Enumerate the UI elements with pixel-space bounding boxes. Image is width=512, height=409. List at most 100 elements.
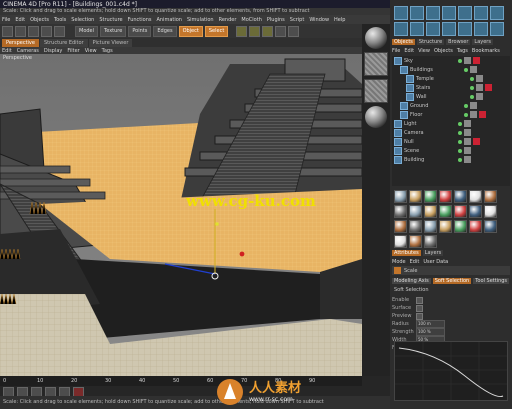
object-tab[interactable]: Objects — [392, 39, 415, 45]
material-thumbnail[interactable] — [469, 205, 482, 218]
attribute-checkbox[interactable] — [416, 296, 423, 304]
visibility-dot[interactable] — [464, 112, 468, 117]
palette-tool-icon[interactable] — [474, 6, 488, 20]
object-row[interactable]: Floor — [392, 110, 510, 119]
material-swatch[interactable] — [364, 52, 388, 76]
mode-button[interactable]: Object — [178, 25, 203, 37]
menu-item[interactable]: File — [2, 17, 10, 23]
palette-tool-icon[interactable] — [426, 6, 440, 20]
attribute-value-field[interactable]: 100 % — [416, 328, 445, 336]
cube-icon[interactable] — [275, 25, 287, 37]
material-thumbnail[interactable] — [409, 190, 422, 203]
material-thumbnail[interactable] — [484, 205, 497, 218]
palette-tool-icon[interactable] — [410, 6, 424, 20]
palette-tool-icon[interactable] — [394, 22, 408, 36]
attribute-menu-item[interactable]: Edit — [410, 259, 420, 265]
object-menu-item[interactable]: Bookmarks — [472, 48, 500, 54]
perspective-viewport[interactable]: Perspective www.cg-ku.com — [0, 54, 362, 376]
material-thumbnail[interactable] — [454, 190, 467, 203]
menu-item[interactable]: Help — [334, 17, 345, 23]
material-tag-icon[interactable] — [464, 129, 471, 136]
attribute-mode-button[interactable]: Soft Selection — [432, 278, 472, 284]
render-settings-icon[interactable] — [262, 25, 274, 37]
palette-tool-icon[interactable] — [474, 22, 488, 36]
mode-button[interactable]: Points — [128, 25, 152, 37]
menu-item[interactable]: Tools — [54, 17, 66, 23]
render-view-icon[interactable] — [236, 25, 248, 37]
menu-item[interactable]: Script — [290, 17, 305, 23]
material-thumbnail[interactable] — [424, 220, 437, 233]
object-row[interactable]: Camera — [392, 128, 510, 137]
material-thumbnail[interactable] — [394, 220, 407, 233]
material-ball[interactable] — [365, 106, 387, 128]
visibility-dot[interactable] — [458, 121, 462, 126]
object-tab[interactable]: Browser — [446, 39, 471, 45]
object-row[interactable]: Light — [392, 119, 510, 128]
material-thumbnail[interactable] — [439, 220, 452, 233]
object-row[interactable]: Building — [392, 155, 510, 164]
palette-tool-icon[interactable] — [490, 22, 504, 36]
rotate-tool-icon[interactable] — [54, 25, 65, 37]
object-row[interactable]: Null — [392, 137, 510, 146]
object-row[interactable]: Ground — [392, 101, 510, 110]
material-thumbnail[interactable] — [409, 205, 422, 218]
menu-item[interactable]: Selection — [71, 17, 94, 23]
visibility-dot[interactable] — [458, 139, 462, 144]
mode-button[interactable]: Select — [204, 25, 229, 37]
viewport-menu-item[interactable]: Filter — [67, 48, 79, 54]
object-row[interactable]: Wall — [392, 92, 510, 101]
object-menu-item[interactable]: File — [392, 48, 400, 54]
object-menu-item[interactable]: Edit — [404, 48, 414, 54]
material-tag-icon[interactable] — [464, 156, 471, 163]
object-tab[interactable]: Structure — [416, 39, 445, 45]
palette-tool-icon[interactable] — [442, 6, 456, 20]
attribute-checkbox[interactable] — [416, 312, 423, 320]
material-thumbnail[interactable] — [409, 235, 422, 248]
material-tag-icon[interactable] — [464, 120, 471, 127]
view-tab[interactable]: Structure Editor — [39, 38, 88, 47]
visibility-dot[interactable] — [464, 67, 468, 72]
material-tag-icon[interactable] — [464, 57, 471, 64]
visibility-dot[interactable] — [458, 148, 462, 153]
menu-item[interactable]: Animation — [156, 17, 182, 23]
visibility-dot[interactable] — [458, 157, 462, 162]
mode-button[interactable]: Texture — [100, 25, 127, 37]
palette-tool-icon[interactable] — [410, 22, 424, 36]
material-thumbnail[interactable] — [394, 205, 407, 218]
material-thumbnail[interactable] — [424, 235, 437, 248]
material-tag-icon[interactable] — [470, 111, 477, 118]
attribute-mode-button[interactable]: Modeling Axis — [392, 278, 431, 284]
material-thumbnail[interactable] — [439, 205, 452, 218]
visibility-dot[interactable] — [470, 85, 474, 90]
render-pv-icon[interactable] — [249, 25, 261, 37]
undo-icon[interactable] — [2, 25, 13, 37]
attribute-menu-item[interactable]: User Data — [423, 259, 448, 265]
object-menu-item[interactable]: Tags — [457, 48, 468, 54]
material-thumbnail[interactable] — [454, 205, 467, 218]
viewport-menu-item[interactable]: Cameras — [17, 48, 39, 54]
material-thumbnail[interactable] — [484, 220, 497, 233]
spline-icon[interactable] — [288, 25, 300, 37]
attribute-tab[interactable]: Attributes — [392, 250, 421, 256]
material-thumbnail[interactable] — [394, 235, 407, 248]
object-row[interactable]: Sky — [392, 56, 510, 65]
menu-item[interactable]: Edit — [15, 17, 25, 23]
palette-tool-icon[interactable] — [426, 22, 440, 36]
mode-button[interactable]: Model — [75, 25, 99, 37]
material-thumbnail[interactable] — [424, 190, 437, 203]
attribute-mode-button[interactable]: Tool Settings — [473, 278, 510, 284]
menu-item[interactable]: Simulation — [187, 17, 214, 23]
material-tag-icon[interactable] — [470, 66, 477, 73]
redo-icon[interactable] — [15, 25, 26, 37]
material-thumbnail[interactable] — [484, 190, 497, 203]
material-thumbnail[interactable] — [409, 220, 422, 233]
attribute-tab[interactable]: Layers — [422, 250, 444, 256]
material-ball[interactable] — [365, 27, 387, 49]
visibility-dot[interactable] — [464, 103, 468, 108]
palette-tool-icon[interactable] — [458, 22, 472, 36]
material-tag-icon[interactable] — [464, 147, 471, 154]
viewport-menu-item[interactable]: View — [85, 48, 97, 54]
scale-tool-icon[interactable] — [41, 25, 52, 37]
object-row[interactable]: Stairs — [392, 83, 510, 92]
move-tool-icon[interactable] — [28, 25, 39, 37]
